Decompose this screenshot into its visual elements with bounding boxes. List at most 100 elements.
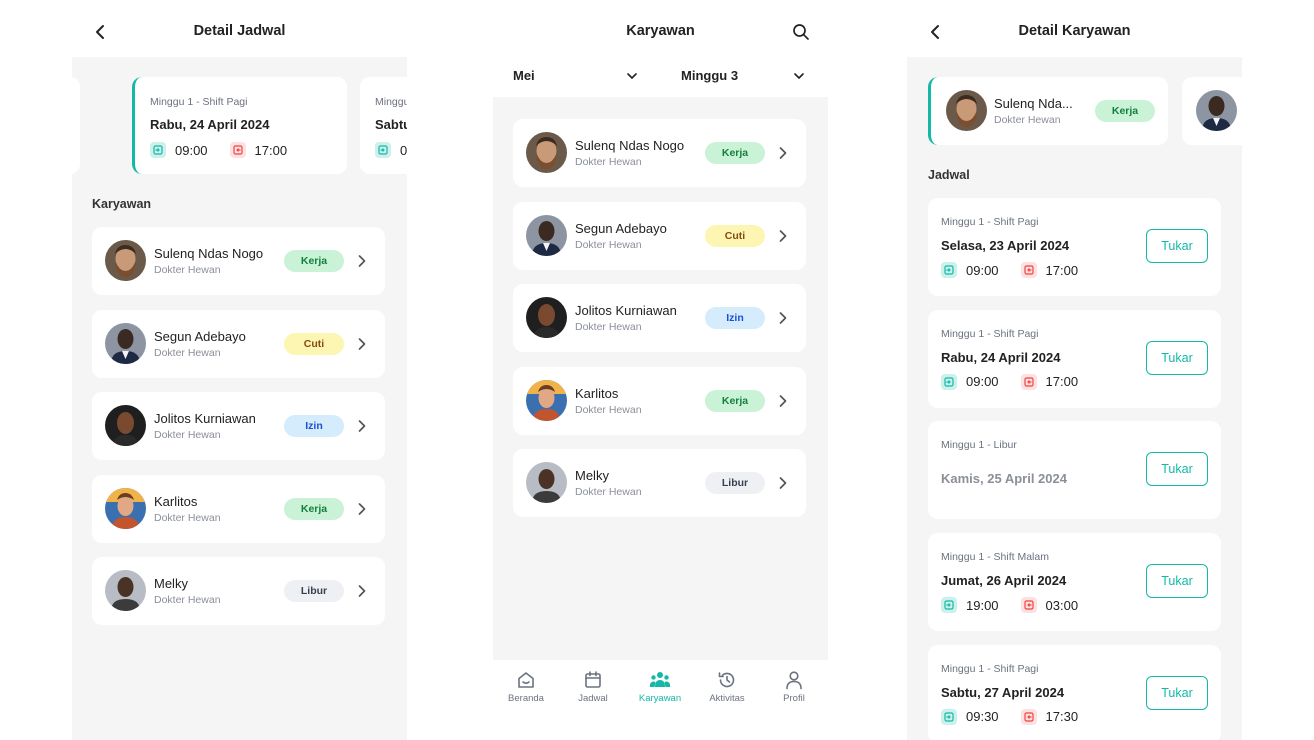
- clock-in-icon: [941, 373, 957, 390]
- nav-profil[interactable]: Profil: [764, 670, 824, 704]
- schedule-card: Minggu 1 - Shift Malam Jumat, 26 April 20…: [928, 533, 1221, 632]
- avatar: [105, 570, 146, 611]
- employee-row[interactable]: Sulenq Ndas Nogo Dokter Hewan Kerja: [92, 227, 385, 295]
- avatar: [105, 487, 146, 529]
- status-badge: Cuti: [284, 332, 344, 355]
- chevron-right-icon[interactable]: [357, 337, 367, 351]
- nav-beranda[interactable]: Beranda: [496, 670, 556, 704]
- employee-name: Sulenq Nda...: [994, 96, 1073, 111]
- status-badge: Libur: [705, 472, 765, 494]
- schedule-card: Minggu 1 - Libur Kamis, 25 April 2024 Tuka…: [928, 421, 1221, 520]
- tukar-button[interactable]: Tukar: [1146, 452, 1208, 487]
- chevron-right-icon[interactable]: [778, 229, 788, 243]
- chevron-right-icon[interactable]: [357, 502, 367, 516]
- detail-jadwal-screen: Detail Jadwal Minggu 1 - Shift Pagi Rabu…: [72, 0, 407, 740]
- nav-aktivitas[interactable]: Aktivitas: [697, 670, 757, 704]
- employee-row[interactable]: Sulenq Ndas Nogo Dokter Hewan Kerja: [513, 119, 806, 187]
- clock-out-time: 17:00: [254, 142, 288, 158]
- employee-row[interactable]: Segun Adebayo Dokter Hewan Cuti: [92, 309, 385, 378]
- employee-row[interactable]: Melky Dokter Hewan Libur: [513, 449, 806, 517]
- top-bar: Karyawan: [493, 0, 828, 57]
- chevron-right-icon[interactable]: [357, 584, 367, 598]
- employee-role: Dokter Hewan: [575, 238, 642, 251]
- nav-karyawan[interactable]: Karyawan: [630, 670, 690, 704]
- employee-row[interactable]: Melky Dokter Hewan Libur: [92, 557, 385, 625]
- employee-role: Dokter Hewan: [575, 156, 642, 168]
- status-badge: Libur: [284, 580, 344, 602]
- employee-row[interactable]: Jolitos Kurniawan Dokter Hewan Izin: [92, 392, 385, 460]
- employee-name: Jolitos Kurniawan: [575, 303, 677, 318]
- avatar: [526, 297, 567, 338]
- clock-in-icon: [375, 142, 391, 158]
- employee-role: Dokter Hewan: [154, 264, 221, 276]
- clock-out-time: 17:00: [1045, 262, 1079, 278]
- chevron-right-icon[interactable]: [778, 476, 788, 490]
- top-bar: Detail Karyawan: [907, 0, 1242, 57]
- chevron-down-icon[interactable]: [794, 72, 804, 80]
- clock-in-icon: [941, 262, 957, 278]
- section-label: Karyawan: [92, 197, 152, 211]
- clock-out-icon: [1020, 373, 1037, 390]
- week-select[interactable]: Minggu 3: [681, 68, 738, 83]
- tukar-button[interactable]: Tukar: [1146, 675, 1208, 710]
- avatar: [526, 379, 567, 421]
- schedule-shift: Minggu 1 - Shift Malam: [941, 551, 1049, 564]
- selected-employee-card[interactable]: Sulenq Nda... Dokter Hewan Kerja: [928, 77, 1168, 145]
- chevron-right-icon[interactable]: [778, 311, 788, 325]
- employee-row[interactable]: Karlitos Dokter Hewan Kerja: [92, 474, 385, 543]
- search-icon[interactable]: [792, 23, 810, 41]
- employee-name: Karlitos: [575, 385, 619, 401]
- nav-label: Profil: [783, 693, 805, 704]
- nav-label: Karyawan: [638, 693, 682, 704]
- schedule-times: 19:00 03:00: [941, 597, 1100, 614]
- schedule-shift: Minggu 1 - Shift Pagi: [941, 327, 1039, 340]
- schedule-card[interactable]: Minggu 1 - Shift Pagi Rabu, 24 April 202…: [132, 77, 347, 174]
- tukar-button[interactable]: Tukar: [1146, 229, 1208, 263]
- employee-name: Jolitos Kurniawan: [154, 411, 256, 426]
- avatar: [105, 405, 146, 446]
- employee-row[interactable]: Jolitos Kurniawan Dokter Hewan Izin: [513, 284, 806, 352]
- schedule-card-next[interactable]: Minggu Sabtu 0: [360, 77, 407, 174]
- chevron-right-icon[interactable]: [357, 419, 367, 433]
- employee-role: Dokter Hewan: [575, 321, 642, 333]
- schedule-times: 09:00 17:00: [150, 142, 309, 158]
- tukar-button[interactable]: Tukar: [1146, 564, 1208, 599]
- schedule-times: 09:30 17:30: [941, 708, 1100, 725]
- schedule-date: Selasa, 23 April 2024: [941, 238, 1070, 253]
- month-select[interactable]: Mei: [513, 68, 535, 83]
- tukar-button[interactable]: Tukar: [1146, 340, 1208, 375]
- chevron-right-icon[interactable]: [357, 254, 367, 268]
- employee-card-next[interactable]: [1182, 77, 1242, 145]
- employee-name: Sulenq Ndas Nogo: [154, 246, 264, 261]
- schedule-date: Jumat, 26 April 2024: [941, 573, 1067, 589]
- avatar: [105, 240, 146, 281]
- chevron-down-icon[interactable]: [627, 72, 637, 80]
- schedule-times: 0: [375, 142, 407, 158]
- employee-role: Dokter Hewan: [154, 346, 221, 359]
- clock-in-time: 09:30: [966, 709, 999, 725]
- chevron-right-icon[interactable]: [778, 146, 788, 160]
- status-badge: Kerja: [1095, 100, 1155, 122]
- schedule-shift: Minggu 1 - Libur: [941, 439, 1017, 452]
- schedule-card: Minggu 1 - Shift Pagi Selasa, 23 April 20…: [928, 198, 1221, 296]
- chevron-right-icon[interactable]: [778, 394, 788, 408]
- bottom-navigation: Beranda Jadwal Karyawan Aktivitas Profil: [493, 660, 828, 740]
- clock-in-icon: [941, 708, 957, 725]
- schedule-date: Rabu, 24 April 2024: [941, 349, 1061, 365]
- schedule-card-previous[interactable]: [72, 77, 80, 174]
- clock-out-time: 17:30: [1045, 709, 1079, 725]
- schedule-card: Minggu 1 - Shift Pagi Sabtu, 27 April 202…: [928, 644, 1221, 740]
- employee-row[interactable]: Segun Adebayo Dokter Hewan Cuti: [513, 201, 806, 270]
- schedule-times: 09:00 17:00: [941, 262, 1100, 278]
- clock-in-time: 09:00: [966, 374, 999, 390]
- employee-row[interactable]: Karlitos Dokter Hewan Kerja: [513, 366, 806, 435]
- nav-jadwal[interactable]: Jadwal: [563, 670, 623, 704]
- status-badge: Kerja: [705, 142, 765, 164]
- schedule-shift: Minggu 1 - Shift Pagi: [150, 96, 248, 108]
- status-badge: Izin: [284, 415, 344, 437]
- avatar: [526, 462, 567, 503]
- nav-label: Jadwal: [578, 693, 608, 704]
- schedule-card: Minggu 1 - Shift Pagi Rabu, 24 April 2024…: [928, 309, 1221, 408]
- clock-in-icon: [941, 597, 957, 614]
- clock-out-icon: [1020, 597, 1037, 614]
